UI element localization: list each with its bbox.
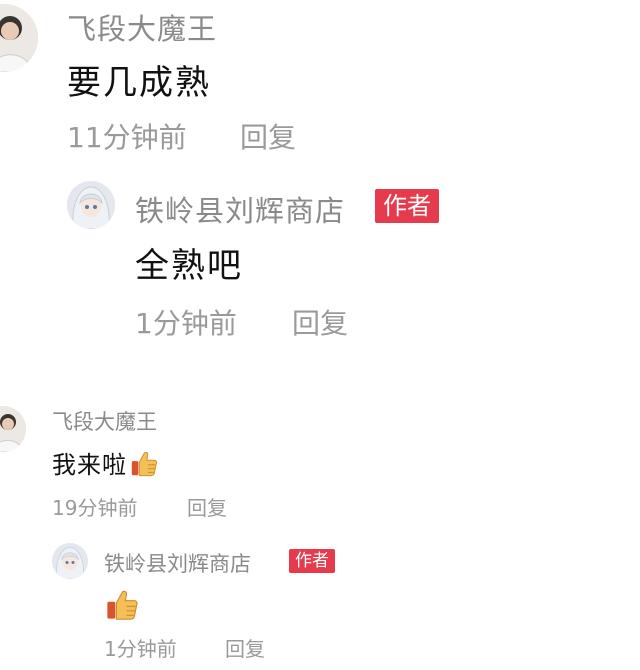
reply-author[interactable]: 铁岭县刘辉商店 bbox=[135, 188, 345, 230]
reply-button[interactable]: 回复 bbox=[225, 633, 265, 662]
comment-text: 要几成熟 bbox=[67, 63, 211, 103]
author-avatar[interactable] bbox=[67, 181, 115, 229]
reply-button[interactable]: 回复 bbox=[292, 302, 348, 342]
reply-author[interactable]: 铁岭县刘辉商店 bbox=[104, 548, 251, 578]
comment-author[interactable]: 飞段大魔王 bbox=[52, 406, 157, 436]
comment-text: 我来啦 bbox=[52, 445, 159, 480]
thumbs-up-icon bbox=[104, 586, 140, 622]
comment-timestamp: 11分钟前 bbox=[67, 121, 187, 154]
author-badge: 作者 bbox=[375, 189, 439, 223]
reply-button[interactable]: 回复 bbox=[187, 492, 227, 521]
comment-text-content: 我来啦 bbox=[52, 451, 127, 479]
author-avatar[interactable] bbox=[52, 543, 88, 579]
comment-author[interactable]: 飞段大魔王 bbox=[67, 6, 217, 48]
reply-text: 全熟吧 bbox=[135, 246, 243, 286]
author-badge: 作者 bbox=[289, 549, 335, 573]
reply-timestamp: 1分钟前 bbox=[104, 637, 177, 661]
comment-timestamp: 19分钟前 bbox=[52, 496, 138, 520]
commenter-avatar[interactable] bbox=[0, 4, 38, 72]
reply-timestamp: 1分钟前 bbox=[135, 307, 237, 340]
reply-button[interactable]: 回复 bbox=[240, 116, 296, 156]
commenter-avatar[interactable] bbox=[0, 406, 26, 452]
thumbs-up-icon bbox=[129, 448, 159, 478]
